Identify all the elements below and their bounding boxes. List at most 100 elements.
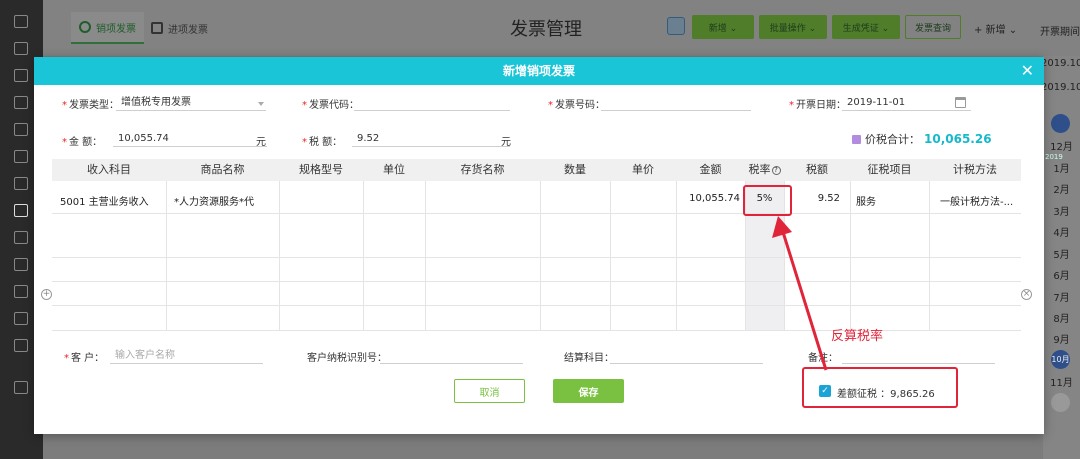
year-badge[interactable] [1051, 114, 1070, 133]
month-item[interactable]: 12月 [1043, 138, 1080, 153]
invoice-number-input[interactable] [601, 94, 751, 111]
document-icon[interactable] [14, 42, 28, 55]
tab-label: 销项发票 [96, 23, 136, 35]
invoice-type-select[interactable]: 增值税专用发票 [116, 94, 266, 111]
issue-date-input[interactable]: 2019-11-01 [842, 94, 971, 111]
cell-subject[interactable]: 5001 主营业务收入 [60, 193, 149, 208]
cell-method[interactable]: 一般计税方法-... [940, 193, 1013, 208]
new-menu[interactable]: + 新增 ⌄ [974, 21, 1017, 36]
issue-date-label: * 开票日期： [789, 100, 846, 111]
ledger-icon[interactable] [14, 123, 28, 136]
period-date: 2019.10 [1041, 58, 1080, 69]
month-item[interactable]: 6月 [1043, 267, 1080, 282]
diff-tax-highlight-box [802, 367, 958, 408]
period-date: 2019.10 [1041, 82, 1080, 93]
col-header: 收入科目 [87, 163, 131, 176]
col-header: 规格型号 [299, 163, 343, 176]
month-item[interactable]: 1月 [1043, 160, 1080, 175]
chart-icon[interactable] [14, 96, 28, 109]
voucher-icon[interactable] [14, 69, 28, 82]
amount-label: * 金 额： [62, 137, 103, 148]
tax-icon[interactable] [14, 177, 28, 190]
page-title: 发票管理 [510, 19, 582, 40]
app-header: 销项发票 进项发票 发票管理 新增 ⌄ 批量操作 ⌄ 生成凭证 ⌄ 发票查询 +… [43, 0, 1080, 56]
invoice-code-label: * 发票代码： [302, 100, 359, 111]
total-swatch-icon [852, 134, 861, 144]
total-value: 10,065.26 [924, 132, 992, 146]
invoice-icon[interactable] [14, 204, 28, 217]
month-item[interactable]: 4月 [1043, 224, 1080, 239]
invoice-logo-icon [79, 21, 91, 33]
month-item[interactable]: 7月 [1043, 289, 1080, 304]
col-header: 单位 [383, 163, 405, 176]
period-label: 开票期间 [1040, 27, 1080, 38]
col-header: 单价 [632, 163, 654, 176]
grid-view-icon[interactable] [667, 17, 685, 35]
month-item[interactable]: 2月 [1043, 181, 1080, 196]
month-item[interactable]: 9月 [1043, 331, 1080, 346]
col-header: 存货名称 [460, 163, 505, 176]
chevron-down-icon [258, 102, 264, 106]
cell-tax-item[interactable]: 服务 [856, 193, 876, 208]
month-item[interactable]: 8月 [1043, 310, 1080, 325]
col-header: 数量 [564, 163, 586, 176]
more-months-icon[interactable] [1051, 393, 1070, 412]
settlement-label: 结算科目： [564, 353, 614, 364]
col-header: 商品名称 [200, 163, 245, 176]
report-icon[interactable] [14, 150, 28, 163]
cell-product[interactable]: *人力资源服务*代 [174, 193, 254, 208]
month-item[interactable]: 5月 [1043, 246, 1080, 261]
generate-voucher-button[interactable]: 生成凭证 ⌄ [832, 15, 900, 39]
add-row-icon[interactable]: + [41, 289, 52, 300]
invoice-type-label: * 发票类型： [62, 100, 119, 111]
annotation-label: 反算税率 [831, 329, 884, 344]
customer-label: * 客 户： [64, 353, 105, 364]
cell-tax[interactable]: 9.52 [784, 193, 840, 204]
invoice-lines-header: 收入科目 商品名称 规格型号 单位 存货名称 数量 单价 金额 税率? 税额 征… [52, 159, 1021, 181]
help-icon: ? [771, 166, 781, 175]
batch-button[interactable]: 批量操作 ⌄ [759, 15, 827, 39]
tab-purchase-invoice[interactable]: 进项发票 [143, 12, 216, 44]
invoice-code-input[interactable] [354, 94, 510, 111]
amount-unit: 元 [256, 137, 266, 148]
tab-sales-invoice[interactable]: 销项发票 [71, 12, 144, 44]
settlement-input[interactable] [610, 347, 763, 364]
tab-label: 进项发票 [168, 24, 208, 36]
dialog-header: 新增销项发票 ✕ [34, 57, 1044, 85]
col-header: 税额 [806, 163, 828, 176]
cancel-button[interactable]: 取消 [454, 379, 525, 403]
save-button[interactable]: 保存 [553, 379, 624, 403]
rate-highlight-box [743, 185, 792, 216]
col-header: 计税方法 [953, 163, 997, 176]
total-with-tax: 价税合计： 10,065.26 [852, 131, 992, 147]
taxpayer-id-label: 客户纳税识别号： [307, 353, 387, 364]
settings-icon[interactable] [14, 339, 28, 352]
add-button[interactable]: 新增 ⌄ [692, 15, 754, 39]
export-icon[interactable] [14, 312, 28, 325]
dialog-title: 新增销项发票 [502, 64, 575, 78]
tax-input[interactable]: 9.52 [352, 130, 510, 147]
wallet-icon[interactable] [14, 231, 28, 244]
taxpayer-id-input[interactable] [380, 347, 523, 364]
month-item[interactable]: 3月 [1043, 203, 1080, 218]
close-icon[interactable]: ✕ [1021, 57, 1034, 85]
remark-input[interactable] [842, 347, 995, 364]
tax-label: * 税 额： [302, 137, 343, 148]
home-icon[interactable] [14, 15, 28, 28]
amount-input[interactable]: 10,055.74 [113, 130, 267, 147]
invoice-query-button[interactable]: 发票查询 [905, 15, 961, 39]
calendar-icon[interactable] [955, 97, 966, 108]
col-header: 征税项目 [867, 163, 912, 176]
collapse-icon[interactable] [14, 381, 28, 394]
hand-invoice-icon [151, 22, 163, 34]
customer-input[interactable]: 输入客户名称 [110, 347, 263, 364]
active-month[interactable]: 10月 [1051, 350, 1070, 369]
cell-amount[interactable]: 10,055.74 [676, 193, 740, 204]
month-item[interactable]: 11月 [1043, 374, 1080, 389]
total-label: 价税合计： [865, 133, 920, 146]
delete-row-icon[interactable]: × [1021, 289, 1032, 300]
invoice-lines-body: 5001 主营业务收入 *人力资源服务*代 10,055.74 5% 9.52 … [52, 181, 1021, 331]
col-header: 金额 [699, 163, 722, 176]
stack-icon[interactable] [14, 285, 28, 298]
image-icon[interactable] [14, 258, 28, 271]
